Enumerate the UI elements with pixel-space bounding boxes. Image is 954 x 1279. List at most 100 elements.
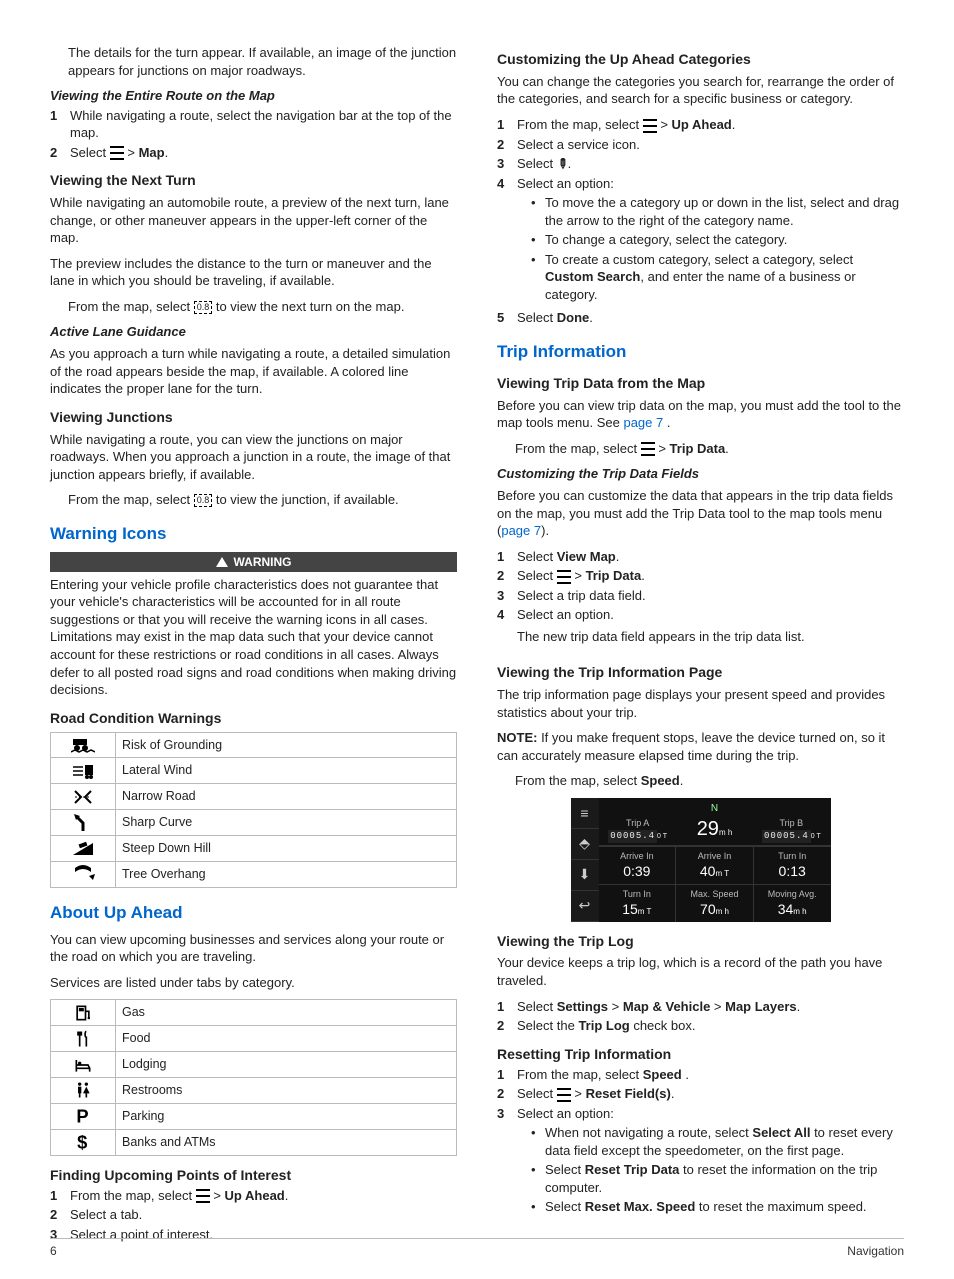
warning-icons-title: Warning Icons [50,523,457,546]
intro-text: The details for the turn appear. If avai… [50,44,457,79]
trip-info-title: Trip Information [497,341,904,364]
page-link[interactable]: page 7 [501,523,541,538]
step-text: From the map, select > Up Ahead. [517,116,735,134]
step-text: From the map, select Speed . [517,1066,689,1084]
bank-icon: $ [71,1132,95,1152]
right-column: Customizing the Up Ahead Categories You … [497,40,904,1249]
step-text: Select > Trip Data. [517,567,645,585]
svg-text:$: $ [77,1132,87,1152]
up-arrow-icon: ⬘ [571,829,599,860]
page-number: 6 [50,1243,57,1259]
menu-icon [196,1189,210,1203]
table-row: PParking [51,1103,457,1129]
back-icon-icon: ↩ [571,891,599,922]
note-text: NOTE: If you make frequent stops, leave … [497,729,904,764]
body-text: Your device keeps a trip log, which is a… [497,954,904,989]
body-text: You can view upcoming businesses and ser… [50,931,457,966]
warning-body: Entering your vehicle profile characteri… [50,576,457,699]
table-row: Food [51,1026,457,1052]
finding-poi-title: Finding Upcoming Points of Interest [50,1166,457,1185]
cust-fields-title: Customizing the Trip Data Fields [497,465,904,483]
body-text: From the map, select > Trip Data. [497,440,904,458]
customizing-title: Customizing the Up Ahead Categories [497,50,904,69]
step-text: Select the Trip Log check box. [517,1017,695,1035]
table-row: Lodging [51,1052,457,1078]
next-turn-icon: 0.8 [194,494,213,507]
down-arrow-icon: ⬇ [571,860,599,891]
step-text: Select > Reset Field(s). [517,1085,674,1103]
warning-bar: WARNING [50,552,457,572]
table-row: Narrow Road [51,784,457,810]
step-text: Select a tab. [70,1206,142,1224]
table-row: Sharp Curve [51,810,457,836]
table-row: Risk of Grounding [51,732,457,758]
step-text: From the map, select > Up Ahead. [70,1187,288,1205]
grounding-icon [71,735,95,755]
page-link[interactable]: page 7 [623,415,663,430]
up-ahead-table: Gas Food Lodging Restrooms PParking $Ban… [50,999,457,1155]
table-row: Steep Down Hill [51,836,457,862]
restrooms-icon [71,1080,95,1100]
menu-icon [643,119,657,133]
table-row: Gas [51,1000,457,1026]
tree-overhang-icon [71,864,95,884]
narrow-road-icon [71,787,95,807]
step-text: Select a trip data field. [517,587,646,605]
step-text: Select an option: When not navigating a … [517,1105,904,1220]
about-up-ahead-title: About Up Ahead [50,902,457,925]
body-text: As you approach a turn while navigating … [50,345,457,398]
warning-triangle-icon [216,557,228,567]
steep-downhill-icon [71,839,95,859]
trip-log-title: Viewing the Trip Log [497,932,904,951]
step-text: Select an option: To move the a category… [517,175,904,308]
step-text: Select > Map. [70,144,168,162]
body-text: Services are listed under tabs by catego… [50,974,457,992]
body-text: From the map, select Speed. [497,772,904,790]
menu-icon: ≡ [571,798,599,829]
sharp-curve-icon [71,813,95,833]
lodging-icon [71,1055,95,1075]
road-warning-table: Risk of Grounding Lateral Wind Narrow Ro… [50,732,457,888]
body-text: While navigating an automobile route, a … [50,194,457,247]
body-text: While navigating a route, you can view t… [50,431,457,484]
view-trip-data-title: Viewing Trip Data from the Map [497,374,904,393]
menu-icon [557,1088,571,1102]
left-column: The details for the turn appear. If avai… [50,40,457,1249]
page-footer: 6 Navigation [50,1238,904,1259]
food-icon [71,1029,95,1049]
footer-section: Navigation [847,1243,904,1259]
menu-icon [110,146,124,160]
body-text: Before you can customize the data that a… [497,487,904,540]
active-lane-title: Active Lane Guidance [50,323,457,341]
wind-icon [71,761,95,781]
step-text: Select an option. The new trip data fiel… [517,606,904,653]
table-row: $Banks and ATMs [51,1129,457,1155]
table-row: Tree Overhang [51,861,457,887]
table-row: Restrooms [51,1078,457,1104]
menu-icon [641,442,655,456]
gas-icon [71,1003,95,1023]
step-text: Select ✎. [517,155,571,173]
body-text: From the map, select 0.8 to view the jun… [50,491,457,509]
step-text: Select Done. [517,309,593,327]
step-text: While navigating a route, select the nav… [70,107,457,142]
trip-info-page-title: Viewing the Trip Information Page [497,663,904,682]
step-text: Select View Map. [517,548,619,566]
next-turn-title: Viewing the Next Turn [50,171,457,190]
body-text: The trip information page displays your … [497,686,904,721]
parking-icon: P [71,1106,95,1126]
menu-icon [557,570,571,584]
junctions-title: Viewing Junctions [50,408,457,427]
body-text: You can change the categories you search… [497,73,904,108]
step-text: Select Settings > Map & Vehicle > Map La… [517,998,800,1016]
body-text: Before you can view trip data on the map… [497,397,904,432]
reset-trip-title: Resetting Trip Information [497,1045,904,1064]
trip-computer-screenshot: ≡ ⬘ ⬇ ↩ Trip A00005.40 T N29m h Trip B00… [571,798,831,922]
next-turn-icon: 0.8 [194,301,213,314]
svg-text:P: P [76,1106,88,1126]
table-row: Lateral Wind [51,758,457,784]
body-text: The preview includes the distance to the… [50,255,457,290]
body-text: From the map, select 0.8 to view the nex… [50,298,457,316]
road-cond-title: Road Condition Warnings [50,709,457,728]
entire-route-title: Viewing the Entire Route on the Map [50,87,457,105]
